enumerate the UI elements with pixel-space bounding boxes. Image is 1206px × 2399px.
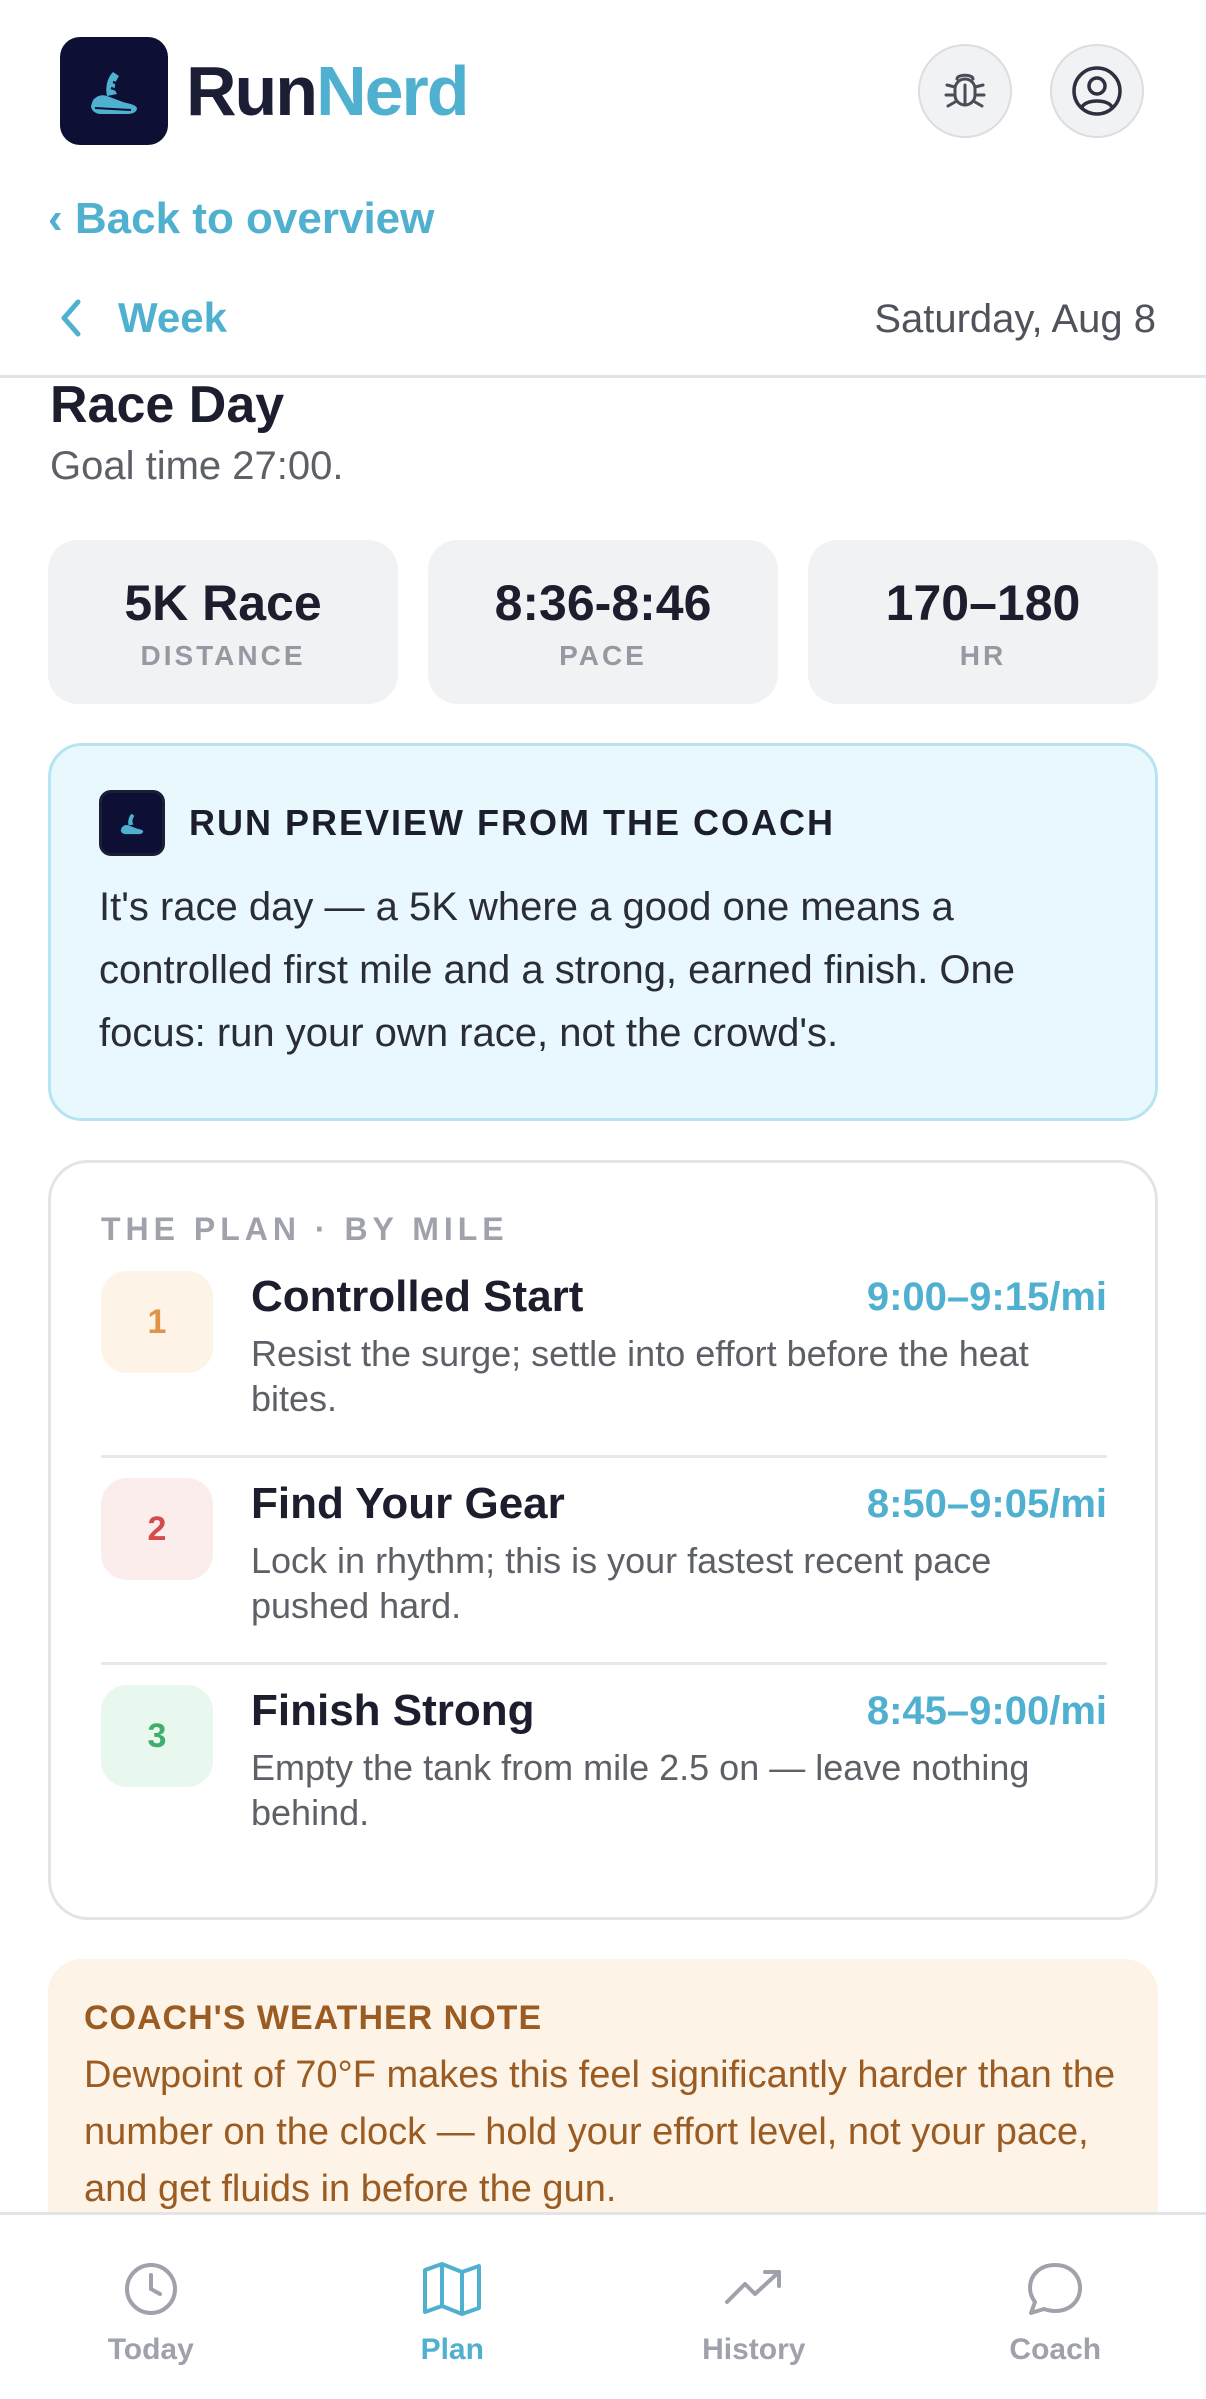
week-back-button[interactable]: Week: [56, 288, 227, 348]
coach-preview-title: RUN PREVIEW FROM THE COACH: [189, 802, 835, 843]
mile-name: Controlled Start: [251, 1272, 584, 1321]
workout-stats: 5K Race DISTANCE 8:36-8:46 PACE 170–180 …: [48, 540, 1158, 704]
mile-description: Empty the tank from mile 2.5 on — leave …: [251, 1747, 1030, 1833]
nav-label: Plan: [420, 2333, 484, 2366]
mile-row: 3 Finish Strong 8:45–9:00/mi Empty the t…: [101, 1665, 1107, 1872]
weather-note-card: COACH'S WEATHER NOTE Dewpoint of 70°F ma…: [48, 1959, 1158, 2219]
stat-label: HR: [959, 640, 1007, 671]
brand-run: Run: [186, 52, 318, 130]
date-label: Saturday, Aug 8: [874, 297, 1156, 341]
clock-icon: [119, 2257, 183, 2321]
coach-avatar-icon: [99, 790, 165, 856]
mile-number-badge: 1: [101, 1271, 213, 1373]
stat-label: PACE: [559, 640, 647, 671]
weather-note-text: Dewpoint of 70°F makes this feel signifi…: [84, 2054, 1116, 2210]
week-bar: Week Saturday, Aug 8: [0, 276, 1206, 378]
stat-value: 5K Race: [124, 575, 322, 631]
mile-name: Find Your Gear: [251, 1479, 565, 1528]
bottom-nav: Today Plan History Coach: [0, 2212, 1206, 2399]
mile-number-badge: 2: [101, 1478, 213, 1580]
coach-preview-header: RUN PREVIEW FROM THE COACH: [99, 790, 1107, 856]
page-title: Race Day: [50, 376, 285, 434]
app-header: RunNerd: [0, 0, 1206, 180]
stat-pace: 8:36-8:46 PACE: [428, 540, 778, 704]
bug-icon: [944, 73, 986, 108]
nav-plan[interactable]: Plan: [302, 2215, 604, 2399]
coach-preview-text: It's race day — a 5K where a good one me…: [99, 885, 1016, 1055]
nav-today[interactable]: Today: [0, 2215, 302, 2399]
back-to-overview-link[interactable]: ‹ Back to overview: [48, 190, 434, 248]
plan-card: THE PLAN · BY MILE 1 Controlled Start 9:…: [48, 1160, 1158, 1920]
trending-up-icon: [722, 2257, 786, 2321]
user-circle-icon: [1072, 66, 1122, 116]
stat-value: 8:36-8:46: [494, 575, 712, 631]
account-button[interactable]: [1050, 44, 1144, 138]
mile-row: 2 Find Your Gear 8:50–9:05/mi Lock in rh…: [101, 1458, 1107, 1665]
stat-label: DISTANCE: [140, 640, 306, 671]
mile-name: Finish Strong: [251, 1686, 535, 1735]
stat-hr: 170–180 HR: [808, 540, 1158, 704]
nav-history[interactable]: History: [603, 2215, 905, 2399]
chat-bubble-icon: [1023, 2257, 1087, 2321]
weather-note-title: COACH'S WEATHER NOTE: [84, 1999, 543, 2037]
stat-distance: 5K Race DISTANCE: [48, 540, 398, 704]
brand-wordmark: RunNerd: [186, 48, 470, 134]
week-label: Week: [118, 294, 227, 341]
running-shoe-icon[interactable]: [60, 37, 168, 145]
stat-value: 170–180: [885, 575, 1081, 631]
mile-description: Resist the surge; settle into effort bef…: [251, 1333, 1029, 1419]
mile-row: 1 Controlled Start 9:00–9:15/mi Resist t…: [101, 1251, 1107, 1458]
mile-number-badge: 3: [101, 1685, 213, 1787]
mile-pace: 8:50–9:05/mi: [866, 1482, 1107, 1526]
plan-title: THE PLAN · BY MILE: [101, 1211, 509, 1247]
bug-report-button[interactable]: [918, 44, 1012, 138]
chevron-left-icon: [56, 293, 96, 343]
mile-pace: 9:00–9:15/mi: [866, 1275, 1107, 1319]
brand-nerd: Nerd: [316, 52, 469, 130]
nav-label: Coach: [1009, 2333, 1102, 2366]
nav-label: History: [702, 2333, 806, 2366]
coach-preview-card: RUN PREVIEW FROM THE COACH It's race day…: [48, 743, 1158, 1121]
map-icon: [420, 2257, 484, 2321]
nav-label: Today: [107, 2333, 194, 2366]
mile-description: Lock in rhythm; this is your fastest rec…: [251, 1540, 992, 1626]
nav-coach[interactable]: Coach: [905, 2215, 1206, 2399]
mile-pace: 8:45–9:00/mi: [866, 1689, 1107, 1733]
workout-subtitle: Goal time 27:00.: [50, 444, 344, 488]
